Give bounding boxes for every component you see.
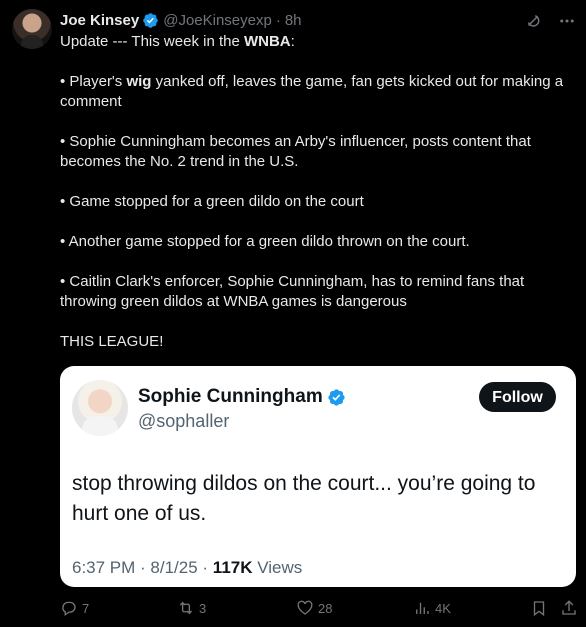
bookmark-icon	[533, 601, 545, 617]
like-button[interactable]: 28	[296, 599, 332, 617]
tweet-line-2: • Player's wig yanked off, leaves the ga…	[60, 73, 564, 110]
quoted-date[interactable]: 8/1/25	[150, 558, 197, 577]
reply-count: 7	[82, 600, 90, 616]
reply-button[interactable]: 7	[60, 599, 89, 617]
quoted-tweet-text: stop throwing dildos on the court... you…	[72, 472, 536, 525]
views-count: 4K	[435, 600, 451, 616]
top-actions	[524, 12, 576, 30]
share-icon	[562, 600, 576, 615]
quoted-author-handle[interactable]: @sophaller	[138, 411, 229, 432]
retweet-button[interactable]: 3	[177, 599, 206, 617]
views-button[interactable]: 4K	[413, 599, 451, 617]
verified-icon	[143, 12, 158, 28]
author-name[interactable]: Joe Kinsey	[60, 12, 139, 29]
views-icon	[416, 602, 429, 614]
follow-button[interactable]: Follow	[479, 382, 556, 412]
tweet-line-6: • Caitlin Clark's enforcer, Sophie Cunni…	[60, 273, 525, 310]
retweet-count: 3	[199, 600, 207, 616]
reply-icon	[62, 601, 76, 617]
tweet-line-4: • Game stopped for a green dildo on the …	[60, 193, 364, 210]
tweet-header: Joe Kinsey @JoeKinseyexp · 8h	[60, 10, 302, 30]
tweet-actions: 7 3 28 4K	[60, 599, 576, 621]
quoted-author-name-row[interactable]: Sophie Cunningham	[138, 386, 346, 408]
grok-icon[interactable]	[524, 12, 542, 30]
verified-icon	[328, 388, 345, 406]
quoted-tweet-meta: 6:37 PM · 8/1/25 · 117K Views	[72, 558, 303, 577]
separator-dot: ·	[275, 11, 281, 29]
retweet-icon	[179, 601, 193, 615]
tweet-line-7: THIS LEAGUE!	[60, 333, 164, 350]
bookmark-button[interactable]	[530, 599, 552, 617]
quoted-tweet-card[interactable]: Sophie Cunningham @sophaller Follow stop…	[60, 366, 576, 587]
tweet-text: Update --- This week in the WNBA: • Play…	[60, 32, 576, 372]
quoted-time[interactable]: 6:37 PM	[72, 558, 135, 577]
author-handle[interactable]: @JoeKinseyexp	[163, 12, 272, 29]
quoted-views-label: Views	[252, 558, 303, 577]
tweet-line-1: Update --- This week in the WNBA:	[60, 33, 295, 50]
author-avatar[interactable]	[12, 9, 52, 49]
quoted-author-avatar[interactable]	[72, 380, 128, 436]
tweet-line-3: • Sophie Cunningham becomes an Arby's in…	[60, 133, 531, 170]
tweet-time[interactable]: 8h	[285, 12, 302, 29]
quoted-author-name[interactable]: Sophie Cunningham	[138, 386, 323, 408]
like-count: 28	[318, 600, 333, 616]
tweet-line-5: • Another game stopped for a green dildo…	[60, 233, 470, 250]
like-icon	[297, 600, 313, 615]
more-icon[interactable]	[558, 12, 576, 30]
share-button[interactable]	[560, 599, 582, 617]
quoted-views-count: 117K	[212, 558, 253, 577]
